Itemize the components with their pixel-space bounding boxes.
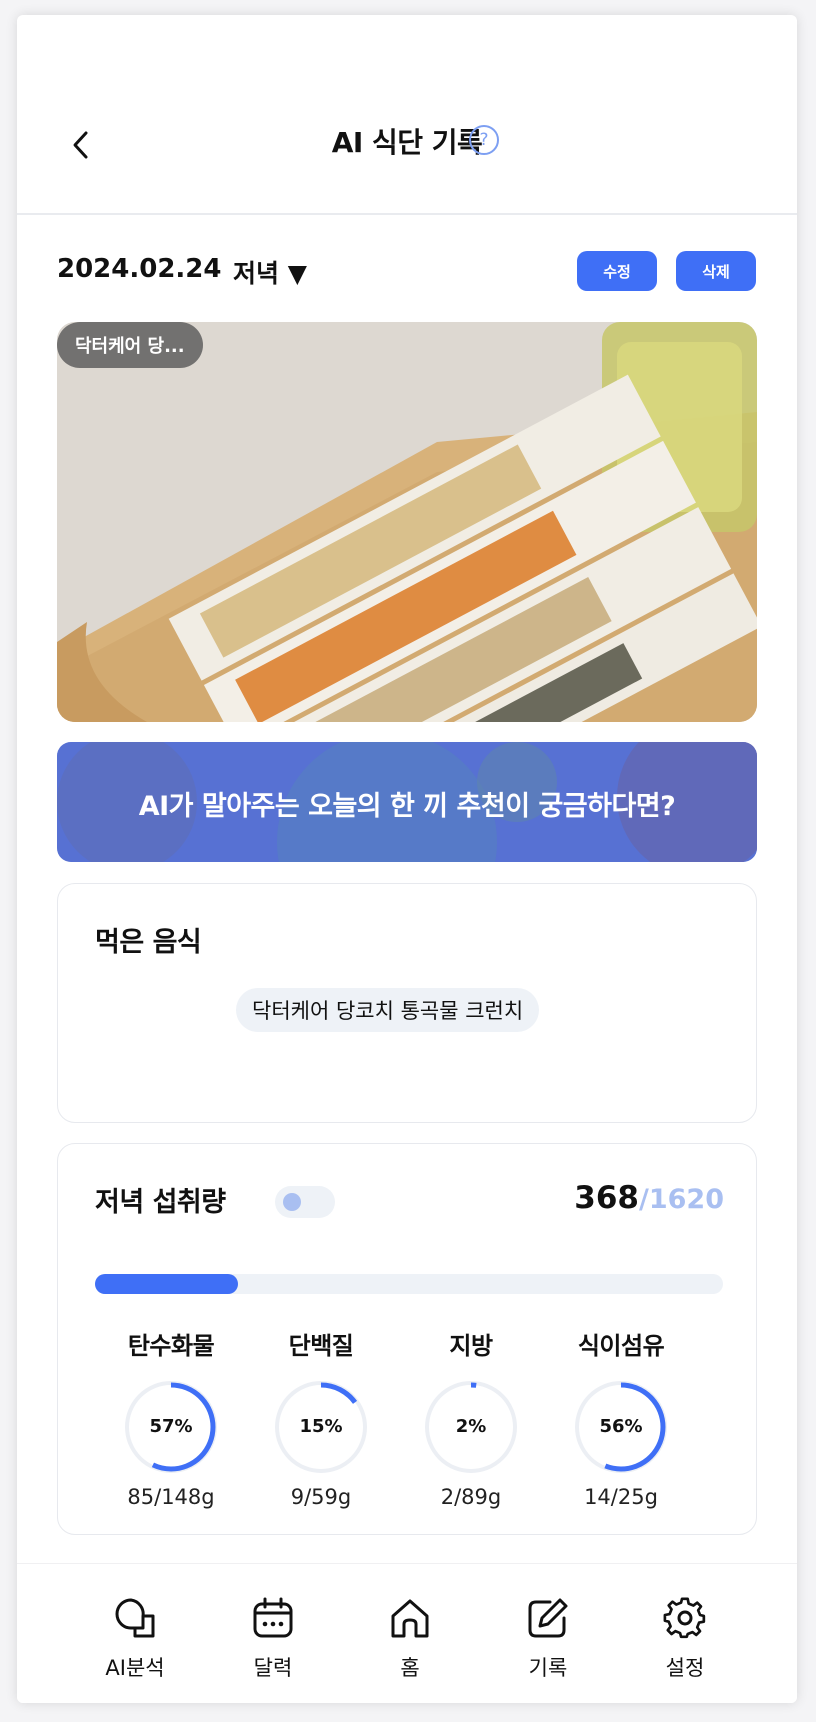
nutrient-ring: 2% [423,1379,519,1475]
tab-label: 설정 [665,1656,705,1680]
intake-toggle[interactable] [275,1186,335,1218]
nutrient-label: 식이섬유 [577,1332,665,1360]
banner-text: AI가 말아주는 오늘의 한 끼 추천이 궁금하다면? [138,791,676,822]
chat-bubbles-icon [75,1594,195,1642]
nutrient-fat: 지방 2% 2/89g [396,1326,546,1509]
tab-settings[interactable]: 설정 [625,1594,745,1682]
nutrient-label: 탄수화물 [127,1332,215,1360]
tab-label: 기록 [528,1656,568,1680]
tab-label: AI분석 [105,1656,165,1680]
nutrient-amount: 9/59g [290,1485,352,1509]
tab-calendar[interactable]: 달력 [213,1594,333,1682]
nutrient-amount: 2/89g [440,1485,502,1509]
meal-photo-illustration [57,322,757,722]
tab-ai-analysis[interactable]: AI분석 [75,1594,195,1682]
gear-icon [625,1594,745,1642]
meal-intake-card: 저녁 섭취량 368/1620 탄수화물 57% 85/148g 단백질 15%… [57,1143,757,1535]
delete-button[interactable]: 삭제 [676,251,756,291]
nutrient-percent: 15% [299,1416,343,1437]
edit-note-icon [488,1594,608,1642]
page-title: AI 식단 기록 [331,126,483,159]
nutrient-percent: 56% [599,1416,643,1437]
edit-button[interactable]: 수정 [577,251,657,291]
intake-title: 저녁 섭취량 [95,1187,226,1218]
meal-type-dropdown[interactable]: 저녁 ▼ [233,254,307,290]
help-icon[interactable]: ? [469,125,499,155]
app-screen: AI 식단 기록 ? 2024.02.24 저녁 ▼ 수정 삭제 닥터케어 당.… [17,15,797,1703]
food-chip[interactable]: 닥터케어 당코치 통곡물 크런치 [236,988,540,1032]
nutrient-percent: 57% [149,1416,193,1437]
nutrient-ring: 57% [123,1379,219,1475]
calorie-value: 368 [574,1180,639,1216]
photo-food-tag: 닥터케어 당... [57,322,203,368]
calorie-progress-bar [95,1274,723,1294]
nutrient-percent: 2% [455,1416,487,1437]
header: AI 식단 기록 ? [17,15,797,215]
nutrient-ring: 56% [573,1379,669,1475]
calorie-progress-fill [95,1274,238,1294]
nutrient-ring: 15% [273,1379,369,1475]
tab-record[interactable]: 기록 [488,1594,608,1682]
bottom-tab-bar: AI분석 달력 홈 기록 설정 [17,1563,797,1703]
nutrient-amount: 85/148g [127,1485,215,1509]
ai-recommendation-banner[interactable]: AI가 말아주는 오늘의 한 끼 추천이 궁금하다면? [57,742,757,862]
eaten-foods-title: 먹은 음식 [95,927,202,958]
nutrient-protein: 단백질 15% 9/59g [246,1326,396,1509]
calorie-goal: /1620 [638,1184,724,1215]
nutrient-carbs: 탄수화물 57% 85/148g [96,1326,246,1509]
meal-photo [57,322,757,722]
toggle-knob [283,1193,301,1211]
nutrient-label: 지방 [449,1332,493,1360]
record-date: 2024.02.24 [57,254,222,284]
calendar-icon [213,1594,333,1642]
tab-home[interactable]: 홈 [350,1594,470,1682]
tab-label: 달력 [253,1656,293,1680]
nutrient-fiber: 식이섬유 56% 14/25g [546,1326,696,1509]
tab-label: 홈 [400,1656,420,1680]
calorie-count: 368/1620 [574,1180,724,1216]
home-icon [350,1594,470,1642]
eaten-foods-card: 먹은 음식 닥터케어 당코치 통곡물 크런치 [57,883,757,1123]
nutrient-label: 단백질 [288,1332,354,1360]
nutrient-amount: 14/25g [584,1485,658,1509]
